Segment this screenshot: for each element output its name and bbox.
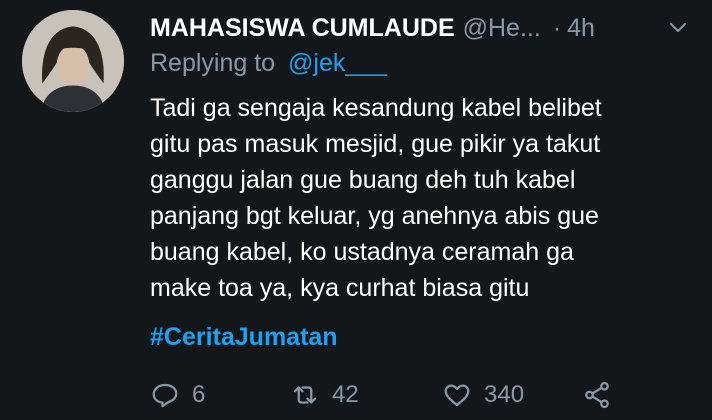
tweet-header: MAHASISWA CUMLAUDE @He... · 4h	[150, 10, 696, 46]
tweet-card: MAHASISWA CUMLAUDE @He... · 4h Replying …	[0, 0, 712, 420]
retweet-icon	[293, 386, 317, 404]
avatar[interactable]	[22, 10, 124, 112]
user-handle[interactable]: @He...	[463, 14, 541, 43]
like-count: 340	[484, 381, 525, 408]
replying-label: Replying to	[150, 49, 276, 77]
tweet-actions: 6 42 340	[150, 380, 630, 420]
reply-icon	[152, 383, 178, 408]
like-button[interactable]: 340	[442, 380, 524, 410]
time-separator: ·	[552, 13, 562, 42]
tweet-text-line: panjang bgt keluar, yg anehnya abis gue	[150, 202, 599, 230]
retweet-button[interactable]: 42	[290, 380, 359, 410]
reply-count: 6	[192, 381, 206, 408]
replying-to: Replying to @jek___	[150, 49, 387, 78]
reply-button[interactable]: 6	[150, 380, 205, 410]
share-icon	[585, 381, 609, 409]
heart-icon	[444, 384, 470, 407]
timestamp[interactable]: 4h	[567, 14, 595, 43]
mention-link[interactable]: @jek___	[288, 49, 387, 77]
share-button[interactable]	[582, 380, 612, 410]
tweet-text-line: gitu pas masuk mesjid, gue pikir ya taku…	[150, 130, 601, 158]
tweet-text-line: Tadi ga sengaja kesandung kabel belibet	[150, 94, 602, 122]
retweet-count: 42	[332, 381, 359, 408]
display-name[interactable]: MAHASISWA CUMLAUDE	[150, 14, 455, 43]
hashtag-link[interactable]: #CeritaJumatan	[150, 323, 338, 352]
tweet-text-line: buang kabel, ko ustadnya ceramah ga	[150, 238, 574, 266]
tweet-text: Tadi ga sengaja kesandung kabel belibet …	[150, 90, 698, 306]
chevron-down-icon[interactable]	[666, 16, 690, 40]
tweet-text-line: ganggu jalan gue buang deh tuh kabel	[150, 166, 576, 194]
tweet-text-line: make toa ya, kya curhat biasa gitu	[150, 274, 530, 302]
